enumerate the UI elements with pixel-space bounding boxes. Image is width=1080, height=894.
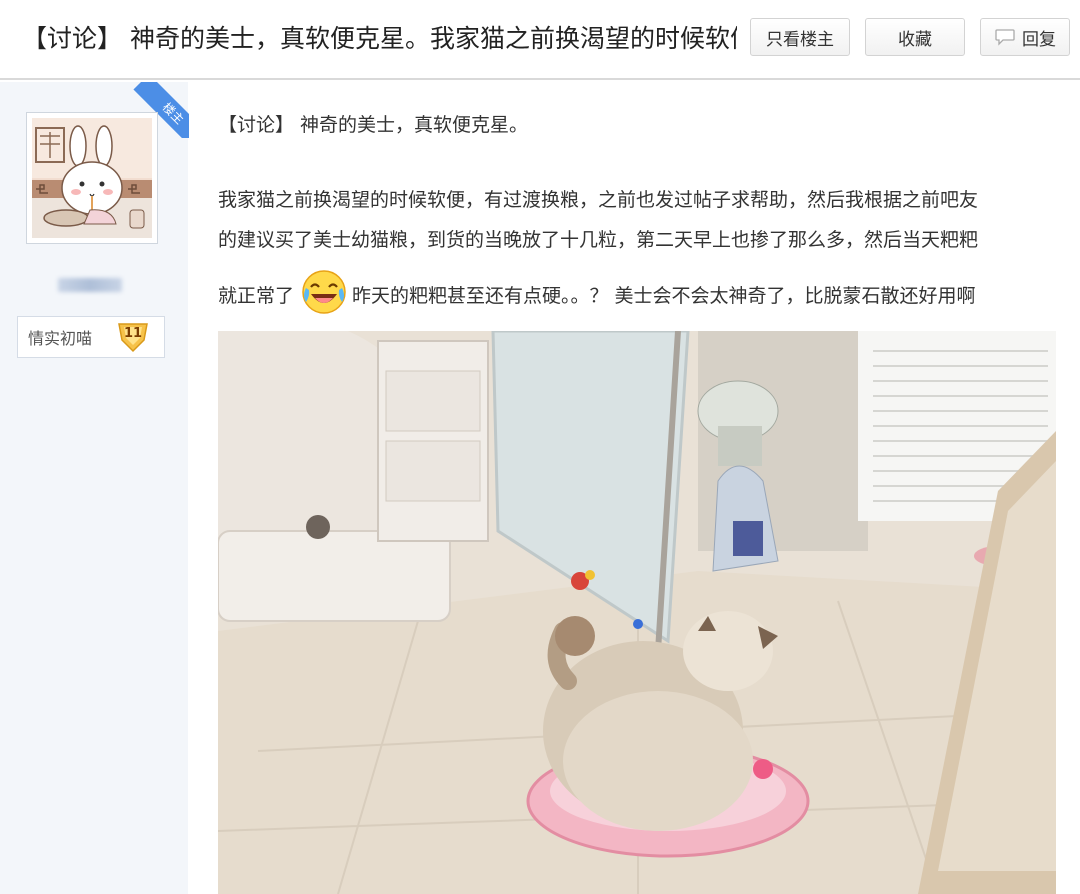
only-op-button[interactable]: 只看楼主 (750, 18, 850, 56)
post-line-3-end: 昨天的粑粑甚至还有点硬。。？ 美士会不会太神奇了，比脱蒙石散还好用啊 (352, 285, 976, 307)
level-name: 情实初喵 (28, 329, 93, 348)
post-content: 【讨论】 神奇的美士，真软便克星。 我家猫之前换渴望的时候软便，有过渡换粮，之前… (218, 110, 1058, 316)
favorite-label: 收藏 (898, 29, 932, 50)
level-badge: 11 (116, 320, 150, 354)
only-op-label: 只看楼主 (766, 29, 834, 50)
post-line-2: 的建议买了美士幼猫粮，到货的当晚放了十几粒，第二天早上也掺了那么多，然后当天粑粑 (218, 229, 979, 251)
reply-button[interactable]: 回复 (980, 18, 1070, 56)
post-line-3-start: 就正常了 (218, 285, 295, 307)
favorite-button[interactable]: 收藏 (865, 18, 965, 56)
laugh-cry-emoji-icon (302, 270, 346, 314)
reply-label: 回复 (1022, 29, 1056, 50)
post-title: 【讨论】 神奇的美士，真软便克星。 (218, 114, 529, 136)
username-blurred[interactable] (58, 278, 122, 292)
level-number: 11 (123, 326, 143, 341)
post-line-3: 就正常了 昨天的粑粑甚至还有点硬。。？ 美士会不会太神奇了，比脱蒙石散还好用啊 (218, 260, 1058, 316)
thread-title: 【讨论】 神奇的美士，真软便克星。我家猫之前换渴望的时候软便 (22, 24, 737, 53)
post-body: 我家猫之前换渴望的时候软便，有过渡换粮，之前也发过帖子求帮助，然后我根据之前吧友… (218, 180, 1058, 316)
avatar[interactable] (26, 112, 158, 244)
post-line-1: 我家猫之前换渴望的时候软便，有过渡换粮，之前也发过帖子求帮助，然后我根据之前吧友 (218, 189, 979, 211)
cat-photo-image (218, 331, 1056, 894)
speech-bubble-icon (995, 29, 1015, 46)
thread-header: 【讨论】 神奇的美士，真软便克星。我家猫之前换渴望的时候软便 只看楼主 收藏 回… (0, 0, 1080, 80)
post-photo[interactable] (218, 331, 1056, 894)
avatar-image (32, 118, 152, 238)
level-box[interactable]: 情实初喵 11 (17, 316, 165, 358)
